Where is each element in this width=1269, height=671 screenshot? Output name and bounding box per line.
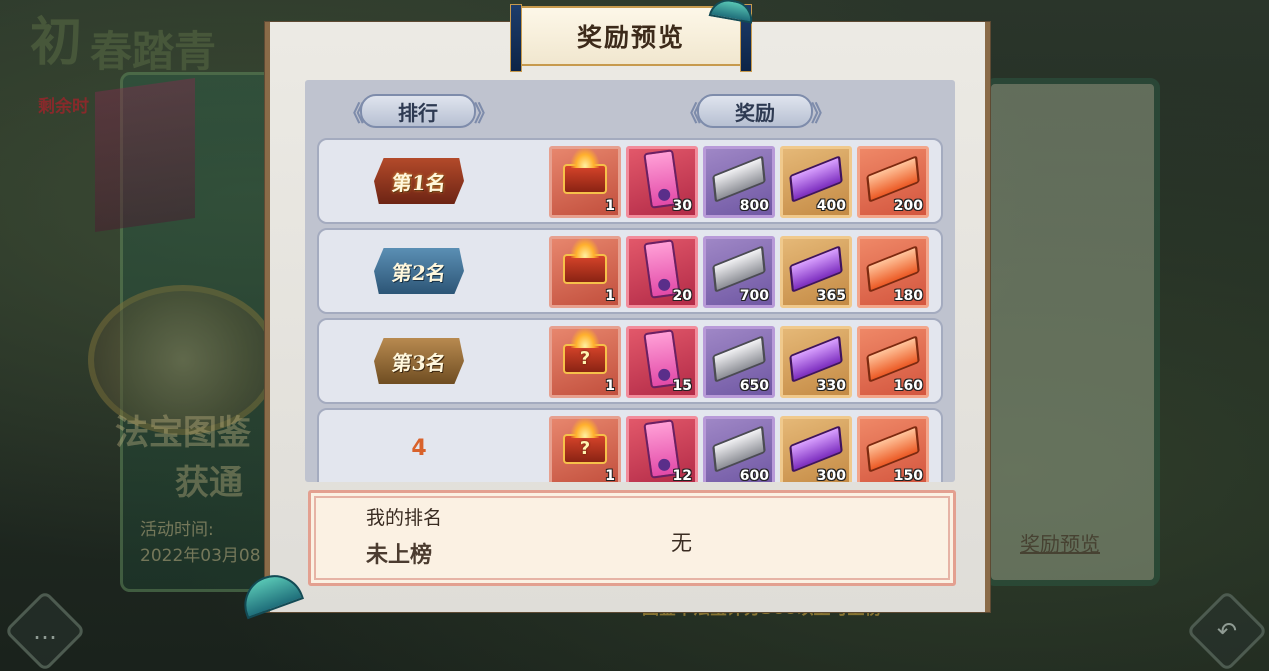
reward-item-violet[interactable]: 300 xyxy=(780,416,852,482)
background-side-panel xyxy=(985,78,1160,586)
reward-items: 1 30 800 400 200 xyxy=(549,146,929,218)
reward-items: ? 1 12 600 300 150 xyxy=(549,416,929,482)
reward-item-violet[interactable]: 400 xyxy=(780,146,852,218)
silver-ingot-icon xyxy=(712,155,766,204)
reward-item-count: 650 xyxy=(739,378,769,394)
reward-item-violet[interactable]: 330 xyxy=(780,326,852,398)
reward-item-count: 200 xyxy=(893,198,923,214)
reward-item-scroll[interactable]: 30 xyxy=(626,146,698,218)
event-logo-char: 初 xyxy=(30,12,83,73)
reward-item-orange[interactable]: 200 xyxy=(857,146,929,218)
reward-item-orange[interactable]: 150 xyxy=(857,416,929,482)
my-rank-value: 未上榜 xyxy=(366,543,433,568)
rank-number: 4 xyxy=(411,436,427,461)
reward-item-silver[interactable]: 650 xyxy=(703,326,775,398)
rank-badge: 第1名 xyxy=(372,158,467,204)
reward-row: 第1名 1 30 800 400 200 xyxy=(317,138,943,224)
reward-items: 1 20 700 365 180 xyxy=(549,236,929,308)
silver-ingot-icon xyxy=(712,245,766,294)
reward-item-count: 1 xyxy=(605,288,615,304)
reward-preview-modal: 奖励预览 排行 奖励 第1名130800400200第2名12070036518… xyxy=(265,4,990,612)
orange-ingot-icon xyxy=(866,335,920,384)
chat-icon: … xyxy=(33,617,57,645)
my-rank-label: 我的排名 xyxy=(366,507,443,529)
reward-item-count: 150 xyxy=(893,468,923,482)
reward-row: 4? 1 12 600 300 150 xyxy=(317,408,943,482)
reward-row: 第3名? 1 15 650 330 160 xyxy=(317,318,943,404)
reward-item-orange[interactable]: 160 xyxy=(857,326,929,398)
reward-row: 第2名 1 20 700 365 180 xyxy=(317,228,943,314)
reward-item-silver[interactable]: 600 xyxy=(703,416,775,482)
reward-item-count: 600 xyxy=(739,468,769,482)
purple-ingot-icon xyxy=(789,335,843,384)
reward-item-count: 330 xyxy=(816,378,846,394)
reward-item-count: 800 xyxy=(739,198,769,214)
reward-item-chest-mystery[interactable]: ? 1 xyxy=(549,326,621,398)
reward-item-count: 1 xyxy=(605,468,615,482)
reward-table[interactable]: 排行 奖励 第1名 1 30 800 400 200 第2名 1 20 700 365 180 第3名?… xyxy=(305,80,955,482)
orange-ingot-icon xyxy=(866,155,920,204)
purple-ingot-icon xyxy=(789,425,843,474)
reward-item-count: 160 xyxy=(893,378,923,394)
remaining-time-label: 剩余时 xyxy=(38,97,89,117)
event-logo-text: 春踏青 xyxy=(90,27,217,76)
reward-item-count: 1 xyxy=(605,378,615,394)
purple-ingot-icon xyxy=(789,155,843,204)
activity-time-label: 活动时间: xyxy=(140,520,214,540)
my-rank-panel: 我的排名 未上榜 无 xyxy=(308,490,956,586)
rank-badge: 第2名 xyxy=(372,248,467,294)
silver-ingot-icon xyxy=(712,335,766,384)
event-name-line2: 获通 xyxy=(175,463,243,503)
reward-item-violet[interactable]: 365 xyxy=(780,236,852,308)
treasure-chest-icon xyxy=(563,148,607,195)
reward-item-count: 700 xyxy=(739,288,769,304)
orange-ingot-icon xyxy=(866,425,920,474)
reward-item-count: 300 xyxy=(816,468,846,482)
reward-item-scroll[interactable]: 15 xyxy=(626,326,698,398)
reward-item-count: 20 xyxy=(672,288,692,304)
treasure-chest-icon xyxy=(563,238,607,285)
reward-column-header: 奖励 xyxy=(679,94,833,128)
reward-item-chest[interactable]: 1 xyxy=(549,146,621,218)
silver-ingot-icon xyxy=(712,425,766,474)
reward-item-count: 180 xyxy=(893,288,923,304)
reward-item-scroll[interactable]: 20 xyxy=(626,236,698,308)
mystery-chest-icon: ? xyxy=(563,418,607,465)
reward-item-silver[interactable]: 700 xyxy=(703,236,775,308)
rank-column-header: 排行 xyxy=(342,94,496,128)
background-reward-preview-link[interactable]: 奖励预览 xyxy=(1020,528,1100,557)
rank-badge: 第3名 xyxy=(372,338,467,384)
reward-items: ? 1 15 650 330 160 xyxy=(549,326,929,398)
reward-item-scroll[interactable]: 12 xyxy=(626,416,698,482)
reward-item-orange[interactable]: 180 xyxy=(857,236,929,308)
reward-item-chest[interactable]: 1 xyxy=(549,236,621,308)
activity-time-value: 2022年03月08 xyxy=(140,546,261,566)
reward-item-count: 15 xyxy=(672,378,692,394)
reward-item-count: 12 xyxy=(672,468,692,482)
reward-item-count: 1 xyxy=(605,198,615,214)
background-banner xyxy=(95,77,195,233)
reward-item-silver[interactable]: 800 xyxy=(703,146,775,218)
reward-item-count: 400 xyxy=(816,198,846,214)
orange-ingot-icon xyxy=(866,245,920,294)
reward-item-count: 365 xyxy=(816,288,846,304)
my-rank-reward: 无 xyxy=(671,531,692,555)
reward-item-chest-mystery[interactable]: ? 1 xyxy=(549,416,621,482)
event-name-line1: 法宝图鉴 xyxy=(115,413,251,453)
mystery-chest-icon: ? xyxy=(563,328,607,375)
purple-ingot-icon xyxy=(789,245,843,294)
reward-item-count: 30 xyxy=(672,198,692,214)
back-arrow-icon: ↶ xyxy=(1216,617,1238,645)
